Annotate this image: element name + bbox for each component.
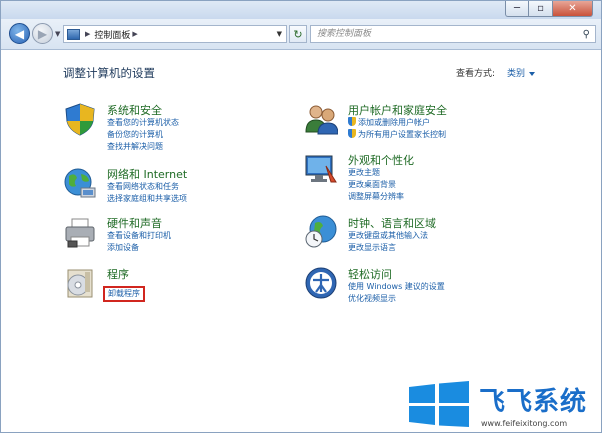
watermark: 飞飞系统 www.feifeixitong.com	[405, 379, 601, 433]
arrow-right-icon: ▶	[37, 26, 48, 41]
security-shield-icon[interactable]	[63, 102, 97, 136]
forward-button[interactable]: ▶	[32, 23, 53, 44]
category-title[interactable]: 网络和 Internet	[107, 166, 187, 182]
search-input[interactable]	[315, 28, 569, 40]
printer-icon[interactable]	[63, 215, 97, 249]
category-appearance: 外观和个性化 更改主题 更改桌面背景 调整屏幕分辨率	[304, 152, 544, 204]
link-optimize-display[interactable]: 优化视频显示	[348, 293, 445, 305]
address-bar[interactable]: ▶ 控制面板 ▶ ▼	[63, 25, 287, 43]
network-globe-icon[interactable]	[63, 166, 97, 200]
category-hardware-sound: 硬件和声音 查看设备和打印机 添加设备	[63, 215, 283, 257]
search-icon[interactable]: ⚲	[583, 29, 590, 40]
breadcrumb-chevron-icon[interactable]: ▶	[132, 30, 137, 38]
ease-of-access-icon[interactable]	[304, 266, 338, 300]
breadcrumb-chevron-icon[interactable]: ▶	[85, 30, 90, 38]
link-recommended-settings[interactable]: 使用 Windows 建议的设置	[348, 281, 445, 293]
page-title: 调整计算机的设置	[63, 66, 155, 80]
view-by-label: 查看方式:	[456, 69, 496, 79]
recent-pages-dropdown[interactable]: ▼	[55, 30, 60, 38]
category-title[interactable]: 轻松访问	[348, 266, 392, 282]
link-change-input-method[interactable]: 更改键盘或其他输入法	[348, 230, 428, 242]
uac-shield-icon	[348, 129, 356, 138]
navigation-bar: ◀ ▶ ▼ ▶ 控制面板 ▶ ▼ ↻ ⚲	[1, 19, 601, 50]
category-title[interactable]: 外观和个性化	[348, 152, 414, 168]
link-parental-controls[interactable]: 为所有用户设置家长控制	[348, 129, 446, 141]
category-title[interactable]: 时钟、语言和区域	[348, 215, 436, 231]
breadcrumb-control-panel[interactable]: 控制面板	[94, 28, 130, 41]
link-screen-resolution[interactable]: 调整屏幕分辨率	[348, 191, 404, 203]
link-backup-computer[interactable]: 备份您的计算机	[107, 129, 179, 141]
back-button[interactable]: ◀	[9, 23, 30, 44]
control-panel-icon	[67, 28, 80, 40]
refresh-icon: ↻	[293, 27, 303, 41]
arrow-left-icon: ◀	[14, 26, 25, 41]
uac-shield-icon	[348, 117, 356, 126]
link-change-wallpaper[interactable]: 更改桌面背景	[348, 179, 404, 191]
users-icon[interactable]	[304, 102, 338, 136]
refresh-button[interactable]: ↻	[289, 25, 307, 43]
monitor-icon[interactable]	[304, 152, 338, 186]
watermark-brand: 飞飞系统	[479, 387, 588, 417]
category-clock-language: 时钟、语言和区域 更改键盘或其他输入法 更改显示语言	[304, 215, 544, 257]
link-change-display-language[interactable]: 更改显示语言	[348, 242, 428, 254]
link-network-status[interactable]: 查看网络状态和任务	[107, 181, 187, 193]
view-by-dropdown[interactable]: 类别	[507, 66, 535, 79]
address-dropdown-icon[interactable]: ▼	[277, 30, 282, 38]
link-devices-printers[interactable]: 查看设备和打印机	[107, 230, 171, 242]
minimize-button[interactable]: ─	[505, 1, 529, 17]
category-network-internet: 网络和 Internet 查看网络状态和任务 选择家庭组和共享选项	[63, 166, 283, 208]
windows-logo-icon	[409, 381, 469, 427]
link-change-theme[interactable]: 更改主题	[348, 167, 404, 179]
close-button[interactable]: ✕	[553, 1, 593, 17]
clock-globe-icon[interactable]	[304, 215, 338, 249]
category-system-security: 系统和安全 查看您的计算机状态 备份您的计算机 查找并解决问题	[63, 102, 283, 154]
link-add-device[interactable]: 添加设备	[107, 242, 171, 254]
link-uninstall-program[interactable]: 卸载程序	[103, 286, 145, 302]
category-ease-of-access: 轻松访问 使用 Windows 建议的设置 优化视频显示	[304, 266, 564, 308]
watermark-url: www.feifeixitong.com	[481, 419, 568, 428]
link-homegroup-sharing[interactable]: 选择家庭组和共享选项	[107, 193, 187, 205]
title-bar: ─ ▫ ✕	[1, 1, 601, 19]
link-troubleshoot[interactable]: 查找并解决问题	[107, 141, 179, 153]
category-title[interactable]: 硬件和声音	[107, 215, 162, 231]
search-box[interactable]: ⚲	[310, 25, 596, 43]
category-user-accounts: 用户帐户和家庭安全 添加或删除用户帐户 为所有用户设置家长控制	[304, 102, 544, 144]
link-add-remove-accounts[interactable]: 添加或删除用户帐户	[348, 117, 446, 129]
control-panel-window: ─ ▫ ✕ ◀ ▶ ▼ ▶ 控制面板 ▶ ▼ ↻ ⚲ 调整计算机的设置 查看方式…	[0, 0, 602, 433]
category-programs: 程序 卸载程序	[63, 266, 283, 306]
category-title[interactable]: 程序	[107, 266, 129, 282]
programs-icon[interactable]	[63, 266, 97, 300]
link-view-computer-status[interactable]: 查看您的计算机状态	[107, 117, 179, 129]
maximize-button[interactable]: ▫	[529, 1, 553, 17]
category-title[interactable]: 用户帐户和家庭安全	[348, 102, 447, 118]
category-title[interactable]: 系统和安全	[107, 102, 162, 118]
